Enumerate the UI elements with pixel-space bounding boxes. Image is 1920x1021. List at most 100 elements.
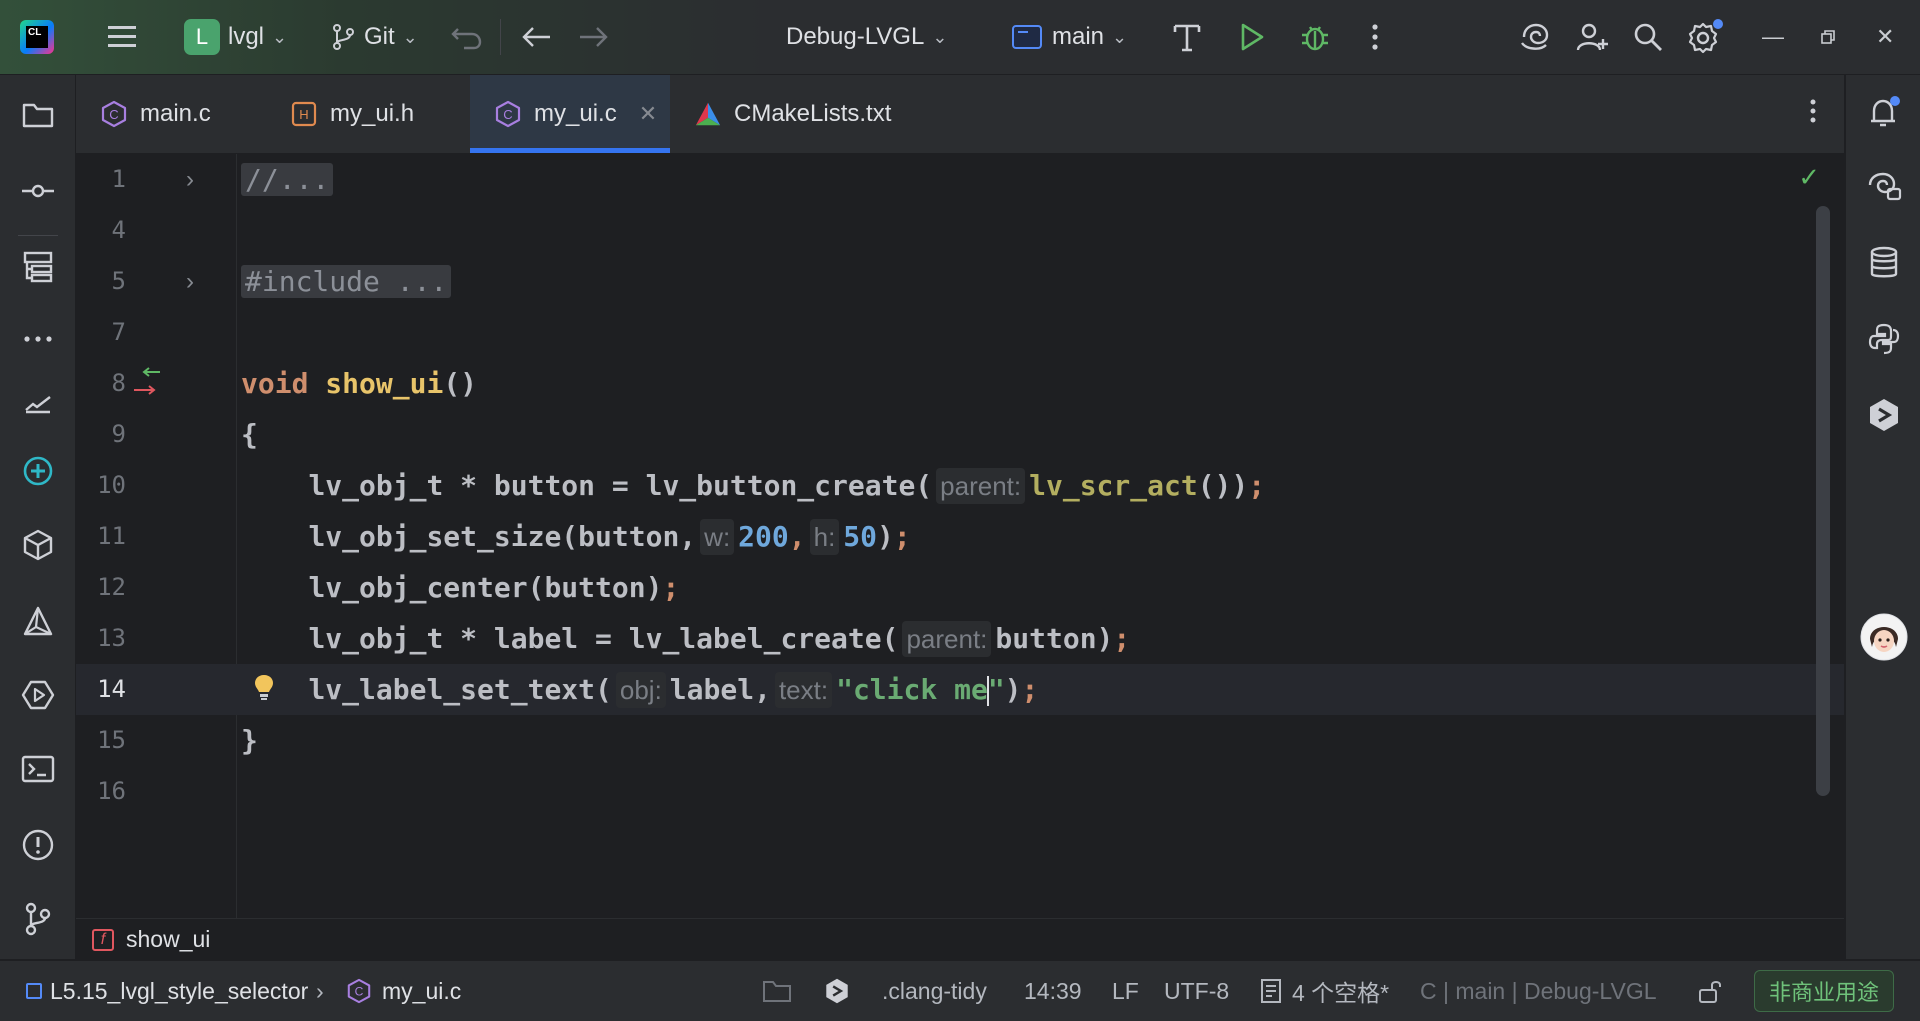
restore-button[interactable] [1820, 0, 1836, 74]
add-circle-icon[interactable] [18, 451, 58, 491]
collapsed-includes[interactable]: #include ... [241, 265, 452, 298]
branch-selector[interactable]: main ⌄ [1012, 0, 1127, 74]
jetbrains-plugin-icon[interactable] [1864, 395, 1904, 435]
cursor-position[interactable]: 14:39 [1024, 961, 1082, 1021]
parameter-hint: text: [774, 672, 833, 708]
tab-label: CMakeLists.txt [734, 100, 892, 127]
ai-assistant-icon[interactable] [1518, 0, 1552, 74]
more-vertical-icon[interactable] [1370, 0, 1380, 74]
tab-main-c[interactable]: C main.c [76, 75, 266, 153]
code-breadcrumb[interactable]: f show_ui [76, 918, 1844, 960]
branch-label: main [1052, 23, 1105, 50]
run-icon[interactable] [1238, 0, 1266, 74]
no-problems-check-icon[interactable]: ✓ [1798, 162, 1820, 193]
unlock-icon[interactable] [1696, 961, 1724, 1021]
clang-tidy-status[interactable]: .clang-tidy [882, 961, 987, 1021]
file-name: my_ui.c [382, 977, 462, 1004]
code-line: 15 } [76, 715, 1844, 766]
line-number: 8 [111, 369, 126, 397]
status-bar: L5.15_lvgl_style_selector › C my_ui.c .c… [0, 960, 1920, 1021]
build-hammer-icon[interactable] [1172, 0, 1202, 74]
project-name: lvgl [228, 23, 265, 50]
undo-icon[interactable] [450, 0, 484, 74]
module-icon [26, 983, 42, 999]
chevron-right-icon: › [316, 977, 324, 1004]
python-console-icon[interactable] [1864, 319, 1904, 359]
license-badge[interactable]: 非商业用途 [1754, 961, 1895, 1021]
coverage-icon[interactable] [18, 383, 58, 423]
clion-logo[interactable]: CL [20, 0, 54, 74]
expand-fold-icon[interactable]: › [186, 154, 194, 205]
add-user-icon[interactable] [1576, 0, 1610, 74]
semicolon: ; [1113, 622, 1131, 655]
line-ending[interactable]: LF [1112, 961, 1139, 1021]
collapsed-comment[interactable]: //... [241, 163, 334, 196]
code-line: 13 lv_obj_t * label = lv_label_create(pa… [76, 613, 1844, 664]
chevron-down-icon: ⌄ [272, 26, 288, 47]
right-tool-strip [1845, 75, 1920, 959]
back-arrow-icon[interactable] [520, 0, 554, 74]
parameter-hint: parent: [936, 468, 1026, 504]
line-number: 5 [111, 267, 126, 295]
more-vertical-icon[interactable] [1808, 97, 1818, 132]
breadcrumb-function-name[interactable]: show_ui [126, 926, 210, 953]
code-line: 16 [76, 766, 1844, 817]
folder-icon[interactable] [762, 961, 792, 1021]
file-encoding[interactable]: UTF-8 [1164, 961, 1229, 1021]
status-file[interactable]: C my_ui.c [346, 961, 461, 1021]
code-token: () [443, 367, 478, 400]
close-window-button[interactable]: ✕ [1876, 0, 1894, 74]
debug-bug-icon[interactable] [1300, 0, 1330, 74]
cmake-tool-icon[interactable] [18, 601, 58, 641]
comma: , [788, 520, 806, 553]
more-horizontal-icon[interactable] [18, 319, 58, 359]
line-number: 4 [111, 216, 126, 244]
project-selector[interactable]: L lvgl ⌄ [184, 0, 287, 74]
jetbrains-status-icon[interactable] [824, 961, 850, 1021]
svg-text:C: C [503, 107, 512, 122]
code-token: label, [669, 673, 771, 706]
c-file-icon: C [100, 100, 128, 128]
close-icon[interactable]: ✕ [639, 101, 657, 127]
project-folder-icon[interactable] [18, 95, 58, 135]
settings-gear-icon[interactable] [1686, 0, 1724, 74]
code-token: ()) [1197, 469, 1249, 502]
vcs-selector[interactable]: Git ⌄ [330, 0, 418, 74]
line-number: 16 [97, 777, 126, 805]
parameter-hint: obj: [615, 672, 666, 708]
indent-setting[interactable]: 4 个空格* [1260, 961, 1389, 1021]
code-line-current: 14 lv_label_set_text(obj: label, text: "cli… [76, 664, 1844, 715]
tab-cmakelists[interactable]: CMakeLists.txt [670, 75, 930, 153]
line-number: 13 [97, 624, 126, 652]
commit-icon[interactable] [18, 171, 58, 211]
code-token: lv_obj_set_size(button, [308, 520, 697, 553]
problems-icon[interactable] [18, 825, 58, 865]
run-config-selector[interactable]: Debug-LVGL ⌄ [786, 0, 947, 74]
user-avatar[interactable] [1860, 613, 1908, 661]
code-line: 11 lv_obj_set_size(button, w: 200, h: 50); [76, 511, 1844, 562]
status-project[interactable]: L5.15_lvgl_style_selector [26, 961, 308, 1021]
expand-fold-icon[interactable]: › [186, 256, 194, 307]
structure-icon[interactable] [18, 247, 58, 287]
database-icon[interactable] [1864, 243, 1904, 283]
notifications-bell-icon[interactable] [1864, 93, 1904, 133]
ai-chat-icon[interactable] [1864, 167, 1904, 207]
minimize-button[interactable]: — [1762, 0, 1784, 74]
tab-my-ui-h[interactable]: H my_ui.h [266, 75, 466, 153]
project-path: L5.15_lvgl_style_selector [50, 977, 309, 1004]
git-branch-icon [333, 24, 354, 50]
search-icon[interactable] [1632, 0, 1664, 74]
context-label[interactable]: C | main | Debug-LVGL [1420, 961, 1657, 1021]
vertical-scrollbar[interactable] [1816, 206, 1830, 796]
forward-arrow-icon[interactable] [576, 0, 610, 74]
tab-my-ui-c[interactable]: C my_ui.c ✕ [470, 75, 670, 153]
semicolon: ; [893, 520, 911, 553]
services-icon[interactable] [18, 675, 58, 715]
git-icon[interactable] [18, 899, 58, 939]
terminal-icon[interactable] [18, 749, 58, 789]
main-menu-icon[interactable] [106, 0, 138, 74]
python-packages-icon[interactable] [18, 525, 58, 565]
line-number: 1 [111, 165, 126, 193]
declaration-navigate-icon[interactable] [132, 366, 168, 405]
code-editor[interactable]: 1 › //... 4 5 › #include ... 7 8 void sh… [76, 154, 1844, 918]
